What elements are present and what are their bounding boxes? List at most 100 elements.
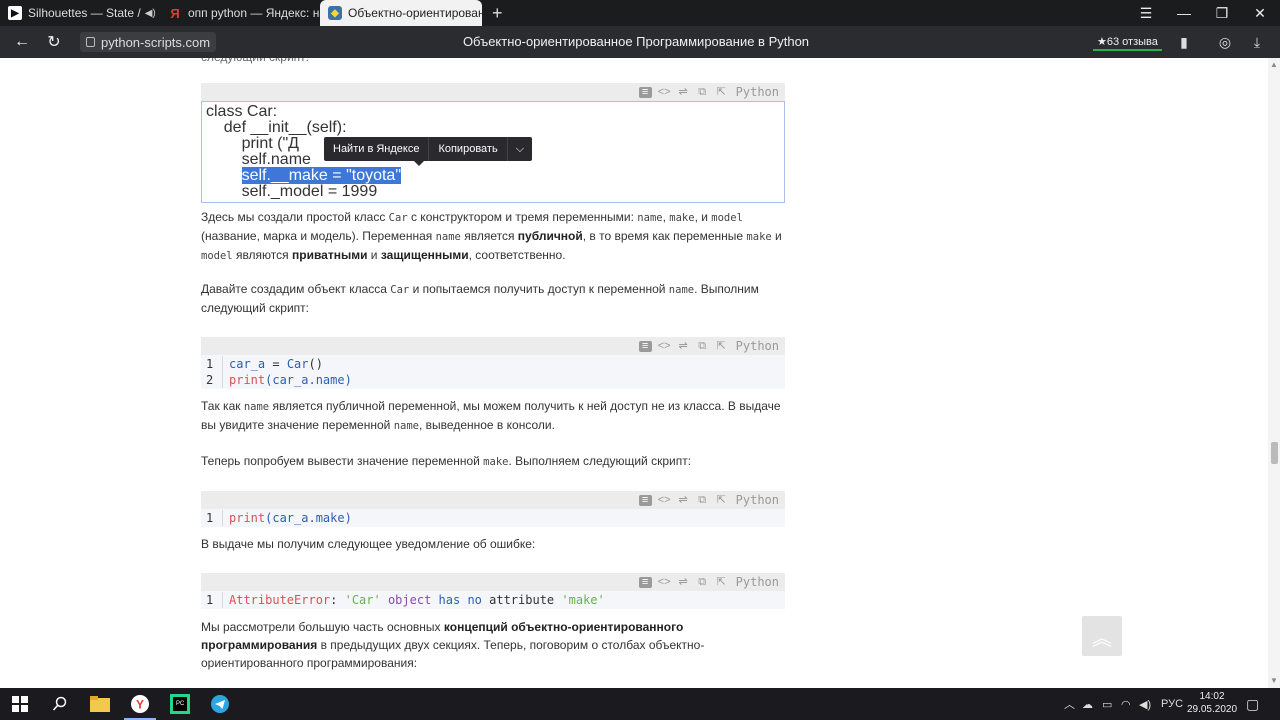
cloud-icon[interactable]: ☁ xyxy=(1082,688,1093,720)
paragraph-6: Мы рассмотрели большую часть основных ко… xyxy=(201,618,721,672)
tab-python-oop[interactable]: ◆ Объектно-ориентированное ✕ xyxy=(320,0,482,26)
clock[interactable]: 14:02 29.05.2020 xyxy=(1184,690,1240,716)
code-token: no xyxy=(467,593,482,607)
text: Мы рассмотрели большую часть основных xyxy=(201,620,444,634)
reviews-badge[interactable]: ★63 отзыва xyxy=(1093,33,1162,51)
new-tab-button[interactable]: + xyxy=(492,3,503,24)
code-body[interactable]: 1 print(car_a.make) xyxy=(201,509,785,527)
inline-code: Car xyxy=(390,284,410,296)
lock-icon xyxy=(86,37,95,47)
view-source-icon[interactable]: ≡ xyxy=(638,340,652,352)
view-source-icon[interactable]: ≡ xyxy=(638,576,652,588)
tray-chevron-icon[interactable]: ︿ xyxy=(1064,688,1075,720)
paragraph-3: Так как name является публичной переменн… xyxy=(201,397,791,435)
line-number: 2 xyxy=(201,372,223,388)
text: . Выполняем следующий скрипт: xyxy=(508,454,692,468)
wrap-icon[interactable]: ⇌ xyxy=(677,340,690,352)
pycharm-icon[interactable]: PC xyxy=(160,688,200,720)
close-window-icon[interactable]: ✕ xyxy=(1242,0,1278,26)
yandex-browser-icon[interactable]: Y xyxy=(120,688,160,720)
text: , в то время как переменные xyxy=(582,229,747,243)
file-explorer-icon[interactable] xyxy=(80,688,120,720)
paragraph-2: Давайте создадим объект класса Car и поп… xyxy=(201,280,791,317)
expand-icon[interactable]: ⇱ xyxy=(715,494,728,506)
inline-code: name xyxy=(668,284,695,296)
tab-yandex[interactable]: Я опп python — Яндекс: нашлось ✕ xyxy=(160,0,320,26)
bold-text: публичной xyxy=(517,229,583,243)
code-lang: Python xyxy=(735,575,779,589)
code-text: AttributeError: 'Car' object has no attr… xyxy=(223,592,605,608)
view-source-icon[interactable]: ≡ xyxy=(638,86,652,98)
code-icon[interactable]: <> xyxy=(658,576,671,588)
code-icon[interactable]: <> xyxy=(658,86,671,98)
code-lang: Python xyxy=(735,85,779,99)
paragraph-5: В выдаче мы получим следующее уведомлени… xyxy=(201,537,536,551)
copy-icon[interactable]: ⧉ xyxy=(696,340,709,352)
code-token: (car_a.name) xyxy=(265,373,352,387)
code-token: attribute xyxy=(481,593,562,607)
telegram-icon[interactable] xyxy=(200,688,240,720)
view-source-icon[interactable]: ≡ xyxy=(638,494,652,506)
download-icon[interactable]: ⤓ xyxy=(1242,26,1272,58)
copy-icon[interactable]: ⧉ xyxy=(696,576,709,588)
code-block-4: ≡ <> ⇌ ⧉ ⇱ Python 1 AttributeError: 'Car… xyxy=(201,573,785,609)
url-text: python-scripts.com xyxy=(101,34,211,50)
reload-icon[interactable]: ↻ xyxy=(38,26,70,58)
chevron-down-icon[interactable]: ⌵ xyxy=(508,137,532,161)
selected-text[interactable]: self.__make = "toyota" xyxy=(241,167,402,184)
code-token: print xyxy=(229,373,266,387)
code-token: 'Car' xyxy=(344,593,381,607)
code-token: print xyxy=(229,511,266,525)
code-icon[interactable]: <> xyxy=(658,340,671,352)
wrap-icon[interactable]: ⇌ xyxy=(677,86,690,98)
code-token: () xyxy=(308,357,323,371)
expand-icon[interactable]: ⇱ xyxy=(715,340,728,352)
minimize-icon[interactable]: — xyxy=(1166,0,1202,26)
tab-silhouettes[interactable]: ▶ Silhouettes — State / ◀) ✕ xyxy=(0,0,160,26)
code-text: car_a = Car() xyxy=(223,356,323,372)
scrollbar[interactable]: ▲ ▼ xyxy=(1268,58,1280,688)
code-body[interactable]: 1 AttributeError: 'Car' object has no at… xyxy=(201,591,785,609)
language-indicator[interactable]: РУС xyxy=(1161,688,1183,720)
text: (название, марка и модель). Переменная xyxy=(201,229,436,243)
windows-start-icon[interactable] xyxy=(0,688,40,720)
text: являются xyxy=(232,248,292,262)
copy-icon[interactable]: ⧉ xyxy=(696,494,709,506)
expand-icon[interactable]: ⇱ xyxy=(715,86,728,98)
code-body[interactable]: 1 car_a = Car() 2 print(car_a.name) xyxy=(201,355,785,389)
code-block-2: ≡ <> ⇌ ⧉ ⇱ Python 1 car_a = Car() 2 prin… xyxy=(201,337,785,389)
find-in-yandex-button[interactable]: Найти в Яндексе xyxy=(324,137,430,161)
search-icon[interactable] xyxy=(40,688,80,720)
speaker-icon[interactable]: ◀) xyxy=(145,8,156,19)
scroll-down-icon[interactable]: ▼ xyxy=(1270,676,1278,685)
scroll-thumb[interactable] xyxy=(1271,442,1278,464)
notifications-icon[interactable]: ▢ xyxy=(1246,688,1259,720)
url-field[interactable]: python-scripts.com xyxy=(80,32,217,52)
text: Так как xyxy=(201,399,244,413)
wifi-icon[interactable]: ◠ xyxy=(1121,688,1131,720)
restore-icon[interactable]: ❐ xyxy=(1204,0,1240,26)
volume-icon[interactable]: ◀) xyxy=(1139,688,1151,720)
code-icon[interactable]: <> xyxy=(658,494,671,506)
scroll-to-top-button[interactable]: ︽ xyxy=(1082,616,1122,656)
tab-label: Silhouettes — State / xyxy=(28,6,141,20)
svg-text:Y: Y xyxy=(136,698,144,712)
expand-icon[interactable]: ⇱ xyxy=(715,576,728,588)
inline-code: make xyxy=(746,231,772,243)
code-line: def __init__(self): xyxy=(206,119,347,136)
bookmark-icon[interactable]: ▮ xyxy=(1169,26,1199,58)
inline-code: name xyxy=(637,212,663,224)
battery-icon[interactable]: ▭ xyxy=(1102,688,1112,720)
code-toolbar: ≡ <> ⇌ ⧉ ⇱ Python xyxy=(201,573,785,591)
menu-icon[interactable]: ☰ xyxy=(1128,0,1164,26)
back-icon[interactable]: ← xyxy=(6,26,38,58)
scroll-up-icon[interactable]: ▲ xyxy=(1270,60,1278,69)
code-lang: Python xyxy=(735,339,779,353)
bold-text: приватными xyxy=(291,248,368,262)
wrap-icon[interactable]: ⇌ xyxy=(677,494,690,506)
protect-icon[interactable]: ◎ xyxy=(1210,26,1240,58)
copy-icon[interactable]: ⧉ xyxy=(696,86,709,98)
code-text: print(car_a.make) xyxy=(223,510,352,526)
copy-button[interactable]: Копировать xyxy=(429,137,508,161)
wrap-icon[interactable]: ⇌ xyxy=(677,576,690,588)
